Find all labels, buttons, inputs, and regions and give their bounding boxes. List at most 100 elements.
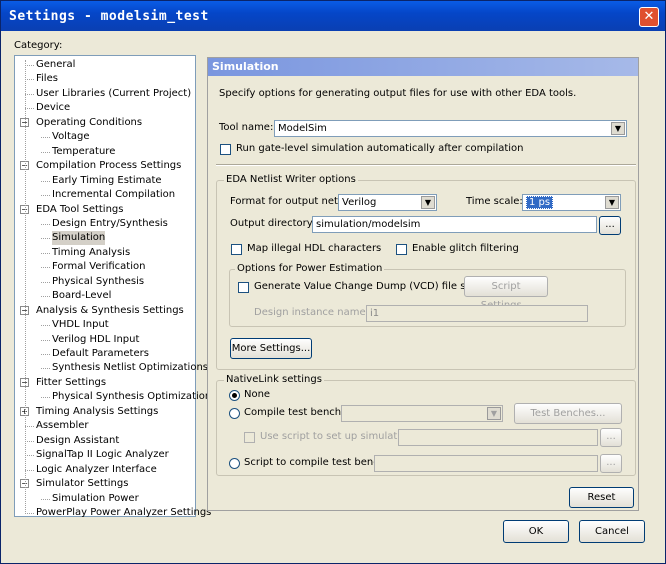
tree-item[interactable]: Physical Synthesis	[52, 275, 144, 289]
tree-item[interactable]: Verilog HDL Input	[52, 333, 139, 347]
output-dir-label: Output directory:	[230, 218, 316, 229]
power-estimation-group-label: Options for Power Estimation	[235, 263, 385, 274]
tree-connector	[25, 79, 34, 81]
tree-connector	[41, 354, 50, 355]
tree-connector	[41, 281, 50, 283]
tree-item[interactable]: Analysis & Synthesis Settings	[36, 304, 184, 318]
use-script-label: Use script to set up simulation:	[260, 431, 416, 442]
tree-item[interactable]: PowerPlay Power Analyzer Settings	[36, 506, 211, 520]
tree-connector	[25, 440, 34, 442]
run-gate-level-checkbox[interactable]	[220, 144, 231, 155]
tool-name-value: ModelSim	[278, 123, 327, 134]
tree-item[interactable]: Simulator Settings	[36, 477, 128, 491]
tree-connector	[41, 296, 50, 298]
tree-connector	[25, 426, 34, 428]
output-dir-input[interactable]: simulation/modelsim	[312, 216, 597, 233]
tree-item[interactable]: Device	[36, 101, 70, 115]
tree-item[interactable]: Operating Conditions	[36, 116, 142, 130]
tree-item[interactable]: Synthesis Netlist Optimizations	[52, 361, 208, 375]
none-radio[interactable]	[229, 390, 240, 401]
run-gate-level-label: Run gate-level simulation automatically …	[236, 143, 524, 154]
timescale-label: Time scale:	[466, 196, 523, 207]
test-benches-button[interactable]: Test Benches...	[514, 403, 622, 424]
script-compile-browse-button[interactable]: ...	[600, 454, 622, 473]
tree-connector	[25, 65, 34, 66]
timescale-select[interactable]: 1 ps ▼	[522, 194, 621, 211]
tree-item[interactable]: Default Parameters	[52, 347, 149, 361]
tool-name-select[interactable]: ModelSim ▼	[274, 120, 627, 137]
tree-item[interactable]: Simulation Power	[52, 492, 139, 506]
tree-item[interactable]: Board-Level	[52, 289, 111, 303]
tree-item[interactable]: Timing Analysis	[52, 246, 130, 260]
chevron-down-icon[interactable]: ▼	[611, 122, 625, 135]
timescale-value: 1 ps	[526, 196, 554, 209]
script-settings-button[interactable]: Script Settings...	[464, 276, 548, 311]
tree-item[interactable]: Formal Verification	[52, 260, 145, 274]
simulation-panel: Simulation Specify options for generatin…	[207, 57, 639, 511]
format-select[interactable]: Verilog ▼	[338, 194, 437, 211]
tree-item[interactable]: Simulation	[52, 231, 106, 246]
script-compile-input[interactable]	[374, 455, 598, 472]
design-instance-input[interactable]: i1	[366, 305, 588, 322]
compile-test-bench-select[interactable]: ▼	[341, 405, 503, 422]
panel-title: Simulation	[208, 58, 638, 76]
glitch-filtering-checkbox[interactable]	[396, 244, 407, 255]
title-bar[interactable]: Settings - modelsim_test ✕	[1, 1, 665, 31]
script-compile-radio[interactable]	[229, 458, 240, 469]
glitch-filtering-label: Enable glitch filtering	[412, 243, 519, 254]
tree-item[interactable]: User Libraries (Current Project)	[36, 87, 191, 101]
tree-item[interactable]: SignalTap II Logic Analyzer	[36, 448, 169, 462]
tree-item[interactable]: VHDL Input	[52, 318, 109, 332]
reset-button[interactable]: Reset	[569, 487, 634, 508]
tree-item[interactable]: Assembler	[36, 419, 89, 433]
tree-guide-line	[25, 60, 26, 515]
vcd-script-checkbox[interactable]	[238, 282, 249, 293]
ok-button[interactable]: OK	[503, 520, 569, 543]
tree-connector	[25, 512, 34, 514]
panel-description: Specify options for generating output fi…	[219, 88, 577, 99]
tree-item[interactable]: Early Timing Estimate	[52, 174, 162, 188]
use-script-browse-button[interactable]: ...	[600, 428, 622, 447]
design-instance-label: Design instance name:	[254, 307, 369, 318]
chevron-down-icon[interactable]: ▼	[605, 196, 619, 209]
chevron-down-icon[interactable]: ▼	[421, 196, 435, 209]
tree-connector	[25, 469, 34, 471]
map-illegal-checkbox[interactable]	[231, 244, 242, 255]
use-script-input[interactable]	[398, 429, 598, 446]
tree-connector	[41, 151, 50, 153]
tree-item[interactable]: Physical Synthesis Optimizations	[52, 390, 216, 404]
tree-connector	[41, 238, 50, 240]
cancel-button[interactable]: Cancel	[579, 520, 645, 543]
tree-item[interactable]: Compilation Process Settings	[36, 159, 181, 173]
category-tree[interactable]: General Files User Libraries (Current Proj…	[14, 55, 216, 518]
tree-connector	[41, 195, 50, 197]
tree-item[interactable]: General	[36, 58, 75, 72]
tool-name-label: Tool name:	[219, 122, 274, 133]
compile-test-bench-label: Compile test bench:	[244, 407, 345, 418]
format-value: Verilog	[342, 197, 377, 208]
use-script-checkbox[interactable]	[244, 432, 255, 443]
tree-connector	[41, 325, 50, 327]
tree-item[interactable]: Files	[36, 72, 58, 86]
tree-item[interactable]: Logic Analyzer Interface	[36, 463, 157, 477]
tree-item[interactable]: Temperature	[52, 145, 115, 159]
tree-item[interactable]: Voltage	[52, 130, 90, 144]
tree-connector	[41, 339, 50, 341]
compile-test-bench-radio[interactable]	[229, 408, 240, 419]
tree-connector	[41, 180, 50, 182]
tree-connector	[41, 498, 50, 500]
close-icon[interactable]: ✕	[639, 7, 659, 27]
tree-item[interactable]: Timing Analysis Settings	[36, 405, 158, 419]
tree-connector	[41, 223, 50, 225]
tree-item[interactable]: Design Entry/Synthesis	[52, 217, 168, 231]
tree-item[interactable]: Design Assistant	[36, 434, 119, 448]
tree-item[interactable]: Fitter Settings	[36, 376, 106, 390]
more-settings-button[interactable]: More Settings...	[230, 338, 312, 359]
chevron-down-icon[interactable]: ▼	[487, 407, 501, 420]
nativelink-group-label: NativeLink settings	[224, 374, 324, 385]
tree-connector	[41, 368, 50, 370]
output-dir-browse-button[interactable]: ...	[599, 216, 621, 235]
netlist-writer-group-label: EDA Netlist Writer options	[224, 174, 358, 185]
tree-item[interactable]: Incremental Compilation	[52, 188, 175, 202]
tree-item[interactable]: EDA Tool Settings	[36, 203, 123, 217]
